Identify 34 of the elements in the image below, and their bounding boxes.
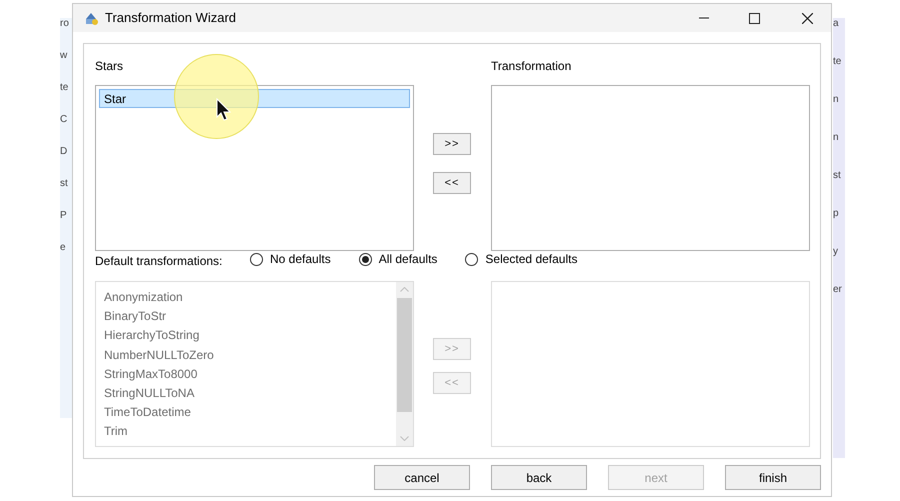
maximize-icon[interactable] xyxy=(749,12,760,24)
footer-button[interactable]: back xyxy=(491,465,587,490)
background-text: D xyxy=(60,146,68,158)
radio-button[interactable] xyxy=(250,252,263,266)
radio-label[interactable]: No defaults xyxy=(270,250,331,268)
transformation-label: Transformation xyxy=(491,58,572,75)
background-text: ro xyxy=(60,18,70,30)
background-text: P xyxy=(60,210,68,222)
background-text: st xyxy=(60,178,69,190)
background-text: st xyxy=(833,170,841,182)
radio-label[interactable]: Selected defaults xyxy=(485,250,578,268)
background-text: w xyxy=(60,50,68,62)
radio-label[interactable]: All defaults xyxy=(378,250,438,268)
background-text: er xyxy=(833,284,842,296)
footer-button[interactable]: cancel xyxy=(374,465,470,490)
background-text: p xyxy=(833,208,839,220)
background-text: n xyxy=(833,132,839,144)
mouse-pointer-icon xyxy=(216,98,231,121)
stars-label: Stars xyxy=(95,58,124,75)
window-title: Transformation Wizard xyxy=(105,9,236,28)
background-text: y xyxy=(833,246,838,258)
arrow-button[interactable]: << xyxy=(433,172,471,194)
background-text: n xyxy=(833,94,839,106)
defaults-label: Default transformations: xyxy=(95,253,222,270)
radio-button[interactable] xyxy=(358,252,372,266)
close-icon[interactable] xyxy=(802,12,813,24)
footer-button[interactable]: finish xyxy=(725,465,821,490)
background-text: te xyxy=(60,82,70,94)
background-text: C xyxy=(60,114,68,126)
background-text: te xyxy=(833,56,842,68)
background-text: a xyxy=(833,18,839,30)
arrow-button[interactable]: >> xyxy=(433,133,471,155)
radio-button[interactable] xyxy=(465,252,478,266)
background-text: e xyxy=(60,242,67,254)
